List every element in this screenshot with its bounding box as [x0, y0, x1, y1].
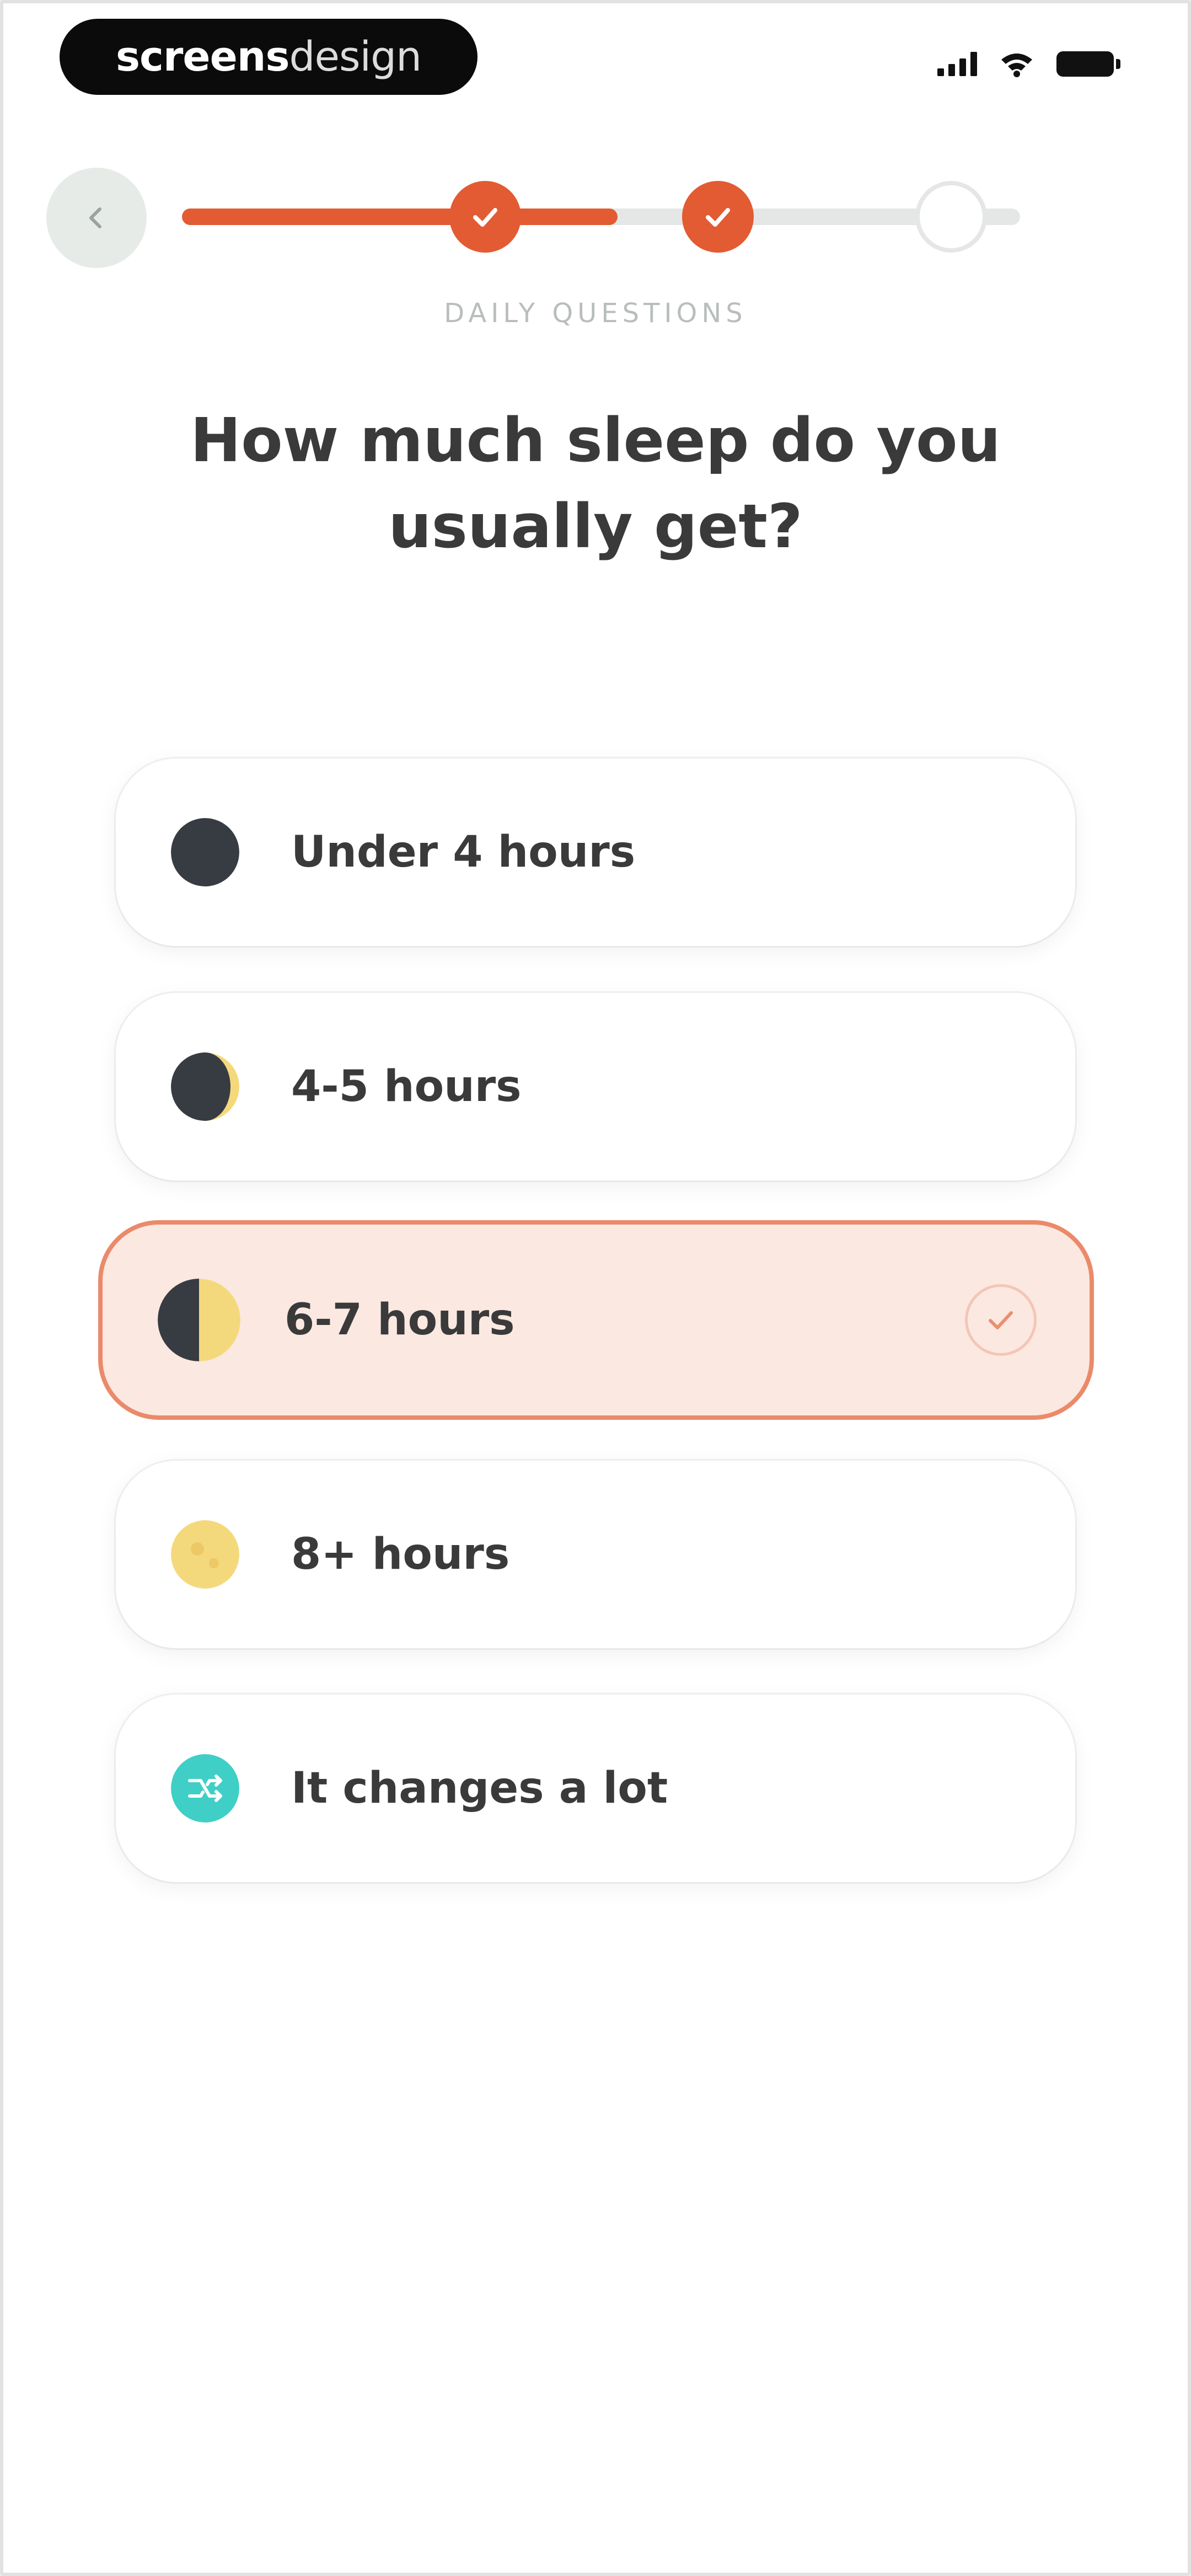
selected-check-icon	[965, 1284, 1037, 1356]
brand-logo: screens design	[60, 19, 478, 95]
section-label: DAILY QUESTIONS	[444, 298, 747, 329]
full-moon-icon	[171, 1520, 239, 1589]
option-label: It changes a lot	[291, 1763, 668, 1813]
option-label: 8+ hours	[291, 1530, 510, 1579]
shuffle-icon	[171, 1754, 239, 1823]
option-8-plus-hours[interactable]: 8+ hours	[116, 1461, 1075, 1648]
status-icons	[937, 51, 1120, 77]
crescent-moon-icon	[171, 1052, 239, 1121]
progress-step-3-pending	[915, 181, 987, 253]
question-title: How much sleep do you usually get?	[190, 405, 1001, 562]
progress-step-2-complete	[682, 181, 754, 253]
new-moon-icon	[171, 818, 239, 886]
chevron-left-icon	[89, 207, 101, 228]
half-moon-icon	[158, 1279, 240, 1361]
progress-fill	[182, 209, 618, 225]
option-6-7-hours[interactable]: 6-7 hours	[98, 1220, 1094, 1420]
option-label: 6-7 hours	[285, 1295, 515, 1345]
option-4-5-hours[interactable]: 4-5 hours	[116, 993, 1075, 1180]
cellular-signal-icon	[937, 52, 977, 76]
check-icon	[706, 208, 730, 227]
wifi-icon	[1001, 54, 1032, 77]
battery-icon	[1056, 51, 1120, 77]
option-label: Under 4 hours	[291, 827, 636, 877]
option-it-changes-a-lot[interactable]: It changes a lot	[116, 1695, 1075, 1882]
progress-step-1-complete	[449, 181, 521, 253]
brand-name-bold: screens	[115, 33, 290, 81]
brand-name-light: design	[289, 33, 422, 81]
check-icon	[473, 208, 497, 227]
option-label: 4-5 hours	[291, 1062, 522, 1111]
progress-bar	[182, 181, 1020, 253]
option-under-4-hours[interactable]: Under 4 hours	[116, 758, 1075, 946]
back-button[interactable]	[46, 168, 147, 268]
